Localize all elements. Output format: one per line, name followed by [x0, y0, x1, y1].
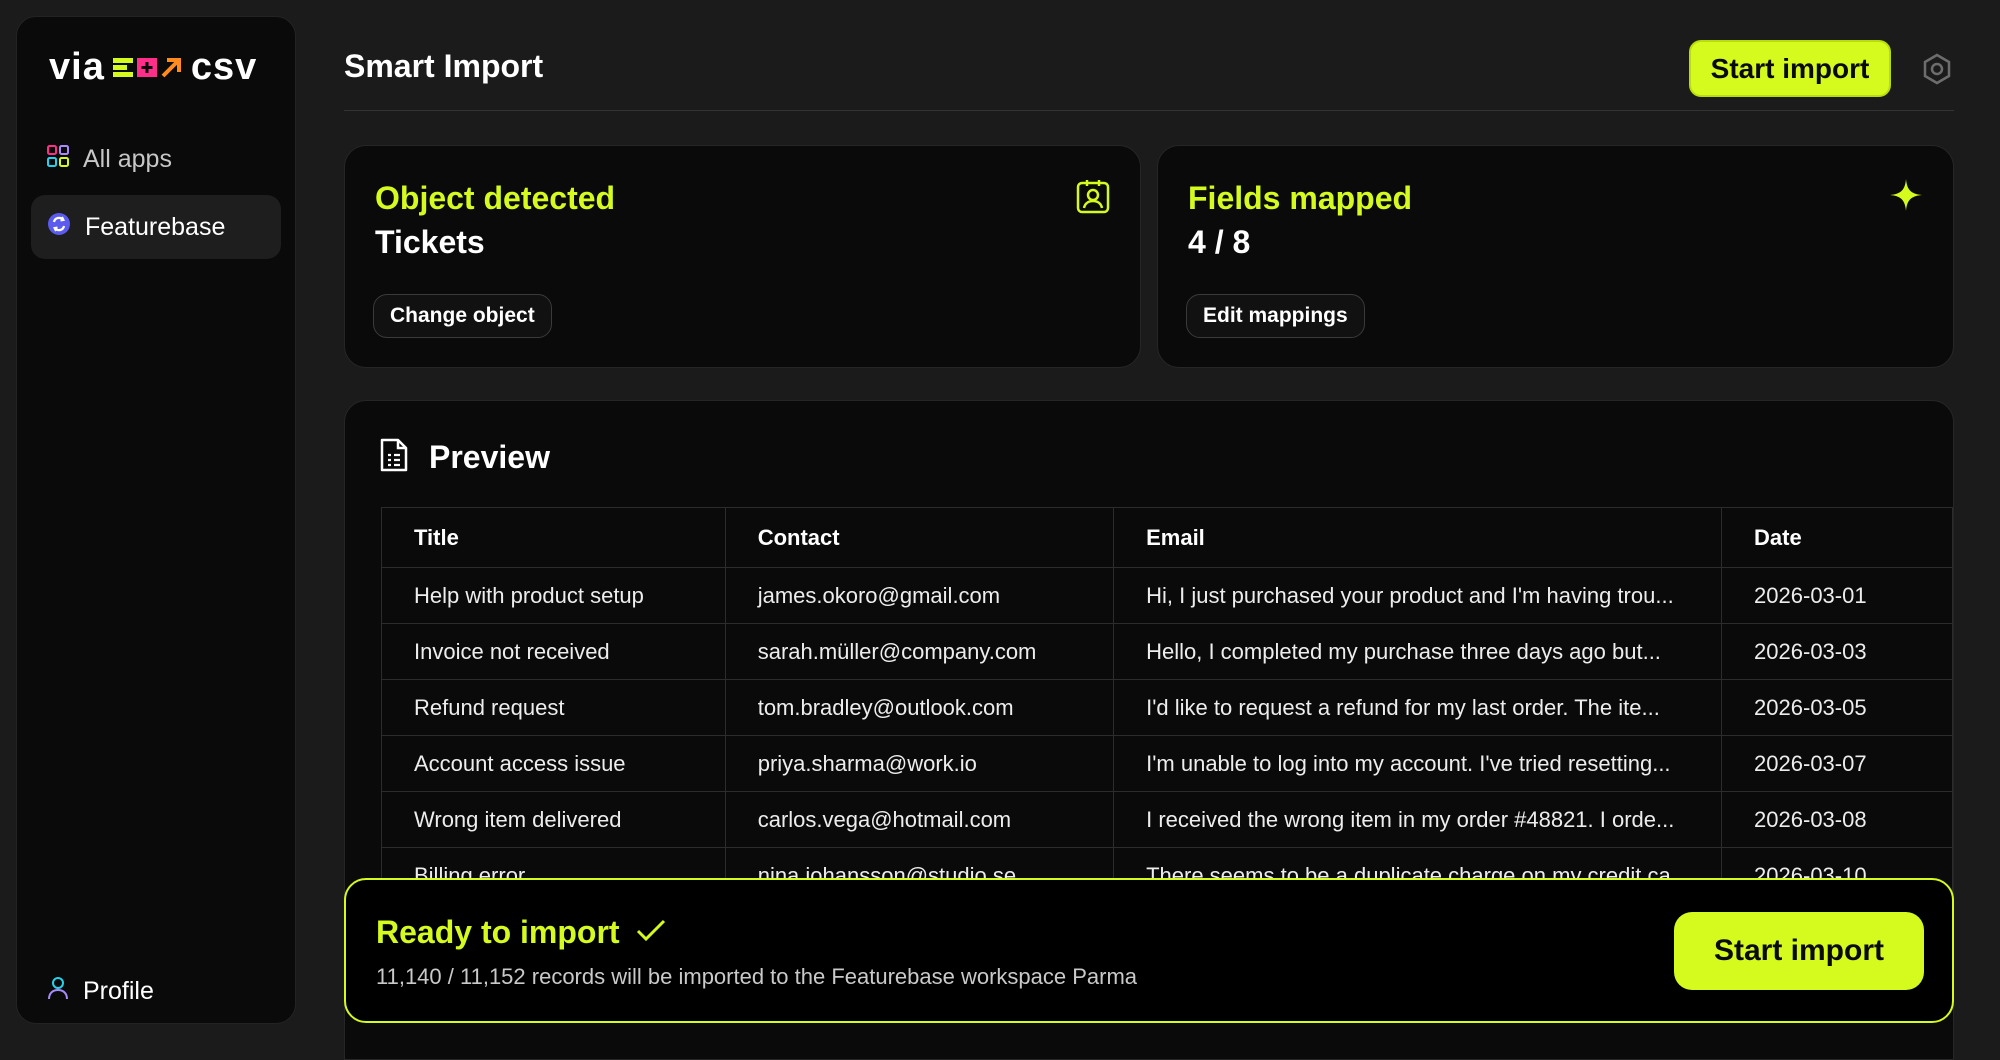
- table-cell: james.okoro@gmail.com: [724, 567, 1115, 624]
- column-header: Date: [1721, 507, 1953, 568]
- contact-card-icon: [1076, 178, 1110, 219]
- preview-header: Preview: [379, 437, 550, 478]
- table-cell: Help with product setup: [381, 567, 726, 624]
- table-cell: 2026-03-07: [1721, 735, 1953, 792]
- table-cell: 2026-03-03: [1721, 623, 1953, 680]
- settings-icon[interactable]: [1920, 52, 1954, 86]
- column-header: Contact: [724, 507, 1115, 568]
- featurebase-logo-icon: [47, 212, 71, 243]
- table-row: Account access issue priya.sharma@work.i…: [381, 735, 1953, 792]
- table-row: Invoice not received sarah.müller@compan…: [381, 623, 1953, 680]
- table-cell: I'd like to request a refund for my last…: [1113, 679, 1723, 736]
- preview-table: Title Contact Email Date Help with produ…: [381, 507, 1953, 904]
- table-row: Refund request tom.bradley@outlook.com I…: [381, 679, 1953, 736]
- table-header-row: Title Contact Email Date: [381, 507, 1953, 568]
- start-import-banner-button[interactable]: Start import: [1674, 912, 1924, 990]
- sidebar-item-label: All apps: [83, 144, 172, 173]
- table-cell: Refund request: [381, 679, 726, 736]
- ready-description: 11,140 / 11,152 records will be imported…: [376, 964, 1138, 989]
- header-divider: [344, 110, 1954, 111]
- table-cell: Hello, I completed my purchase three day…: [1113, 623, 1723, 680]
- sidebar-item-profile[interactable]: Profile: [31, 959, 281, 1023]
- document-icon: [379, 437, 409, 478]
- edit-mappings-button[interactable]: Edit mappings: [1186, 294, 1365, 338]
- table-cell: 2026-03-01: [1721, 567, 1953, 624]
- table-cell: Hi, I just purchased your product and I'…: [1113, 567, 1723, 624]
- checkmark-icon: [636, 914, 666, 951]
- fields-card-title: Fields mapped: [1188, 180, 1413, 216]
- sidebar: via csv All apps Featurebase Profile: [16, 16, 296, 1024]
- page-title: Smart Import: [344, 48, 544, 84]
- table-cell: I'm unable to log into my account. I've …: [1113, 735, 1723, 792]
- column-header: Email: [1113, 507, 1723, 568]
- sparkle-icon: [1889, 178, 1923, 217]
- logo-text-left: via: [49, 46, 105, 88]
- table-cell: carlos.vega@hotmail.com: [724, 791, 1115, 848]
- object-card-value: Tickets: [375, 224, 485, 260]
- table-cell: Wrong item delivered: [381, 791, 726, 848]
- table-cell: Invoice not received: [381, 623, 726, 680]
- grid-icon: [47, 144, 69, 174]
- ready-title-row: Ready to import: [376, 914, 666, 951]
- table-cell: tom.bradley@outlook.com: [724, 679, 1115, 736]
- table-row: Help with product setup james.okoro@gmai…: [381, 567, 1953, 624]
- table-cell: sarah.müller@company.com: [724, 623, 1115, 680]
- sidebar-item-label: Profile: [83, 976, 154, 1005]
- app-logo[interactable]: via csv: [49, 45, 257, 89]
- table-cell: 2026-03-08: [1721, 791, 1953, 848]
- sidebar-item-label: Featurebase: [85, 212, 226, 241]
- logo-text-right: csv: [190, 46, 258, 88]
- object-detected-card: Object detected Tickets Change object: [344, 145, 1141, 368]
- column-header: Title: [381, 507, 726, 568]
- table-cell: 2026-03-05: [1721, 679, 1953, 736]
- change-object-button[interactable]: Change object: [373, 294, 552, 338]
- sidebar-item-featurebase[interactable]: Featurebase: [31, 195, 281, 259]
- start-import-button[interactable]: Start import: [1689, 40, 1891, 97]
- user-icon: [47, 976, 69, 1007]
- ready-title: Ready to import: [376, 914, 620, 950]
- table-cell: I received the wrong item in my order #4…: [1113, 791, 1723, 848]
- table-row: Wrong item delivered carlos.vega@hotmail…: [381, 791, 1953, 848]
- table-cell: Account access issue: [381, 735, 726, 792]
- sidebar-item-all-apps[interactable]: All apps: [31, 127, 281, 191]
- table-cell: priya.sharma@work.io: [724, 735, 1115, 792]
- ready-to-import-banner: Ready to import 11,140 / 11,152 records …: [344, 878, 1954, 1023]
- preview-title: Preview: [429, 439, 550, 475]
- logo-mark-icon: [112, 54, 183, 80]
- object-card-title: Object detected: [375, 180, 616, 216]
- fields-card-value: 4 / 8: [1188, 224, 1251, 260]
- fields-mapped-card: Fields mapped 4 / 8 Edit mappings: [1157, 145, 1954, 368]
